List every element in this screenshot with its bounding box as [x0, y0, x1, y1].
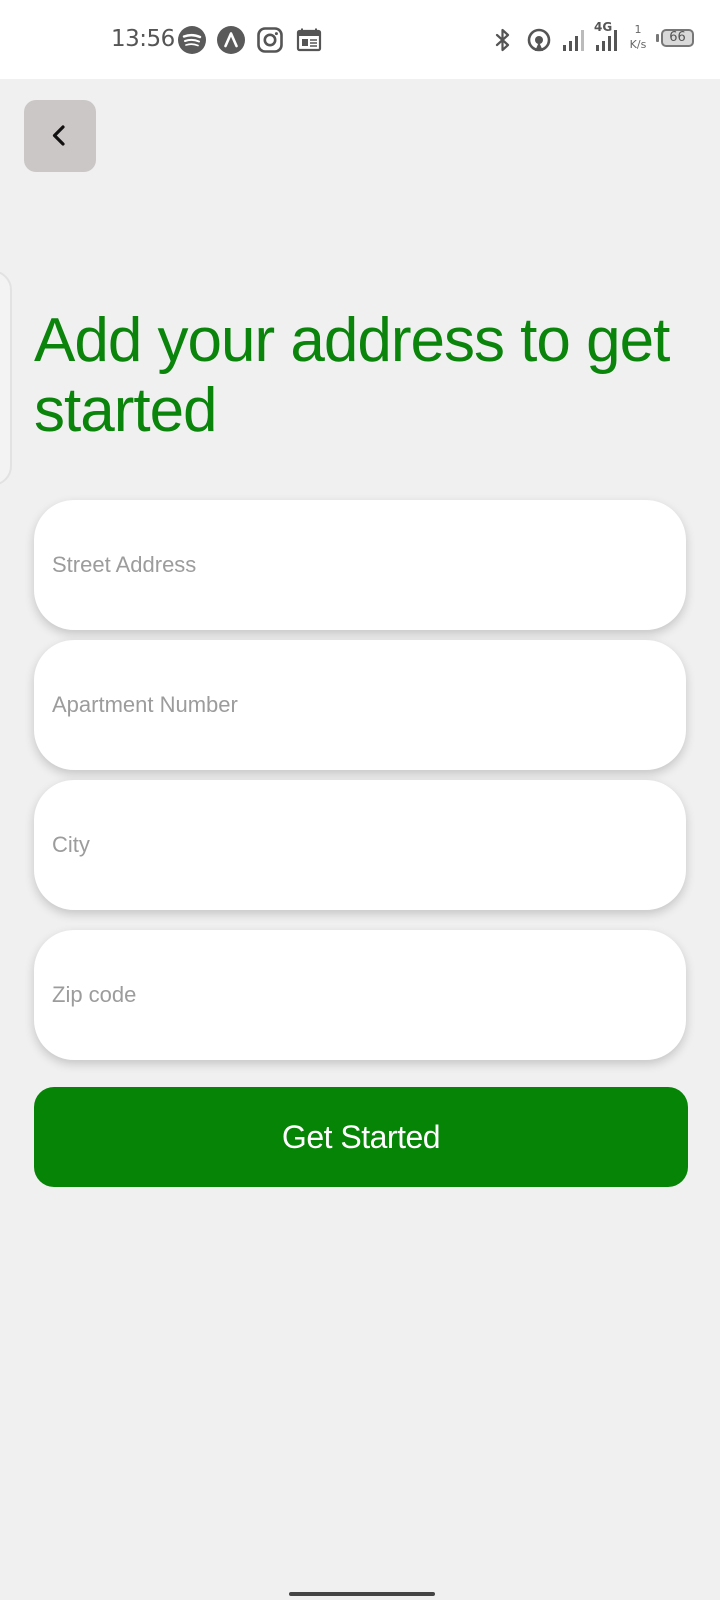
speed-unit: K/s: [629, 38, 647, 51]
instagram-icon: [255, 25, 285, 55]
apartment-number-field[interactable]: [34, 640, 686, 770]
network-speed: 1 K/s: [626, 22, 650, 52]
chevron-left-icon: [52, 125, 65, 146]
street-address-input[interactable]: [52, 500, 662, 630]
signal-icon: [560, 25, 590, 55]
apartment-number-input[interactable]: [52, 640, 662, 770]
battery-nub: [656, 34, 659, 42]
arc-icon: [216, 25, 246, 55]
hotspot-icon: [524, 25, 554, 55]
page-title: Add your address to get started: [34, 306, 670, 445]
city-field[interactable]: [34, 780, 686, 910]
status-time: 13:56: [111, 26, 175, 52]
bluetooth-icon: [488, 25, 518, 55]
street-address-field[interactable]: [34, 500, 686, 630]
get-started-button[interactable]: Get Started: [34, 1087, 688, 1187]
side-panel-handle[interactable]: [0, 270, 12, 486]
status-bar: 13:56 4G 1 K/s 66: [0, 0, 720, 79]
speed-value: 1: [634, 23, 642, 36]
spotify-icon: [177, 25, 207, 55]
zip-code-field[interactable]: [34, 930, 686, 1060]
city-input[interactable]: [52, 780, 662, 910]
battery-icon: 66: [661, 29, 694, 47]
signal-4g-icon: [592, 25, 622, 55]
home-indicator[interactable]: [289, 1592, 435, 1596]
zip-code-input[interactable]: [52, 930, 662, 1060]
calendar-icon: [294, 25, 324, 55]
back-button[interactable]: [24, 100, 96, 172]
